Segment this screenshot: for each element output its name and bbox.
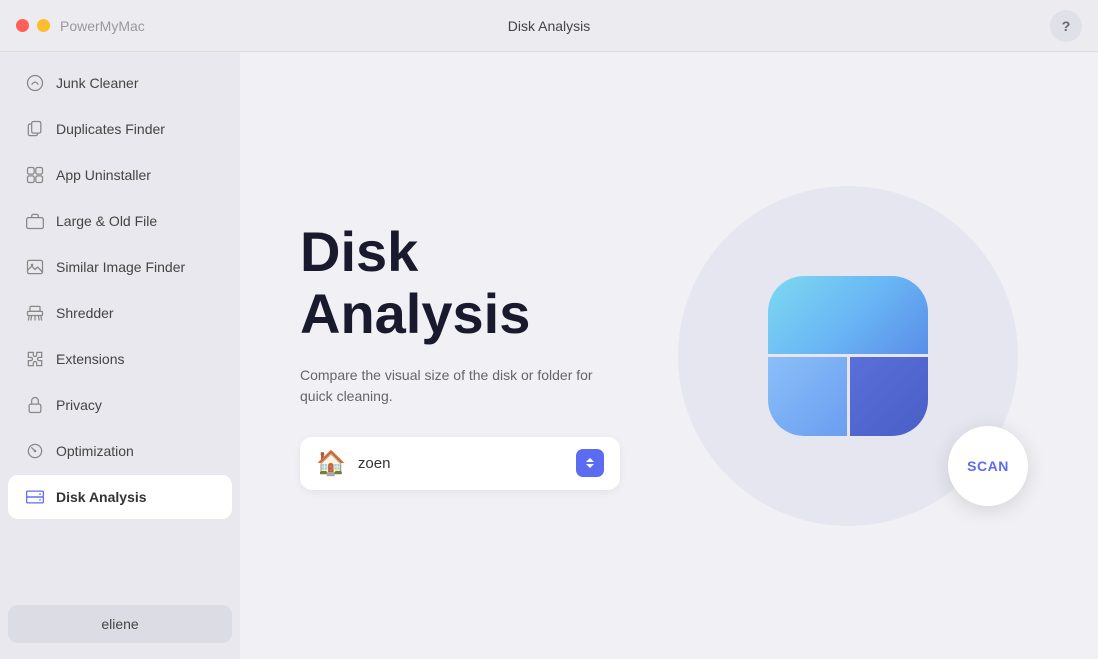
sidebar-item-label: App Uninstaller (56, 167, 151, 183)
page-description: Compare the visual size of the disk or f… (300, 365, 620, 407)
sidebar-item-label: Disk Analysis (56, 489, 147, 505)
sidebar-bottom: eliene (0, 597, 240, 651)
minimize-button[interactable] (37, 19, 50, 32)
sidebar-item-label: Optimization (56, 443, 134, 459)
scan-button[interactable]: SCAN (948, 426, 1028, 506)
title-bar: PowerMyMac Disk Analysis ? (0, 0, 1098, 52)
sidebar-item-label: Large & Old File (56, 213, 157, 229)
disk-icon (24, 486, 46, 508)
sidebar-item-extensions[interactable]: Extensions (8, 337, 232, 381)
image-icon (24, 256, 46, 278)
sidebar-item-privacy[interactable]: Privacy (8, 383, 232, 427)
sidebar-item-label: Similar Image Finder (56, 259, 185, 275)
selector-value: zoen (358, 455, 564, 472)
location-selector[interactable]: 🏠 zoen (300, 437, 620, 490)
app-name: PowerMyMac (60, 18, 145, 34)
sidebar-item-shredder[interactable]: Shredder (8, 291, 232, 335)
icon-bottom-left (768, 357, 847, 436)
gauge-icon (24, 440, 46, 462)
sidebar-item-app-uninstaller[interactable]: App Uninstaller (8, 153, 232, 197)
copy-icon (24, 118, 46, 140)
window-title: Disk Analysis (508, 18, 590, 34)
content-left: DiskAnalysis Compare the visual size of … (300, 221, 658, 489)
icon-bottom-right (850, 357, 929, 436)
selector-arrows-button[interactable] (576, 449, 604, 477)
close-button[interactable] (16, 19, 29, 32)
sidebar-item-similar-image-finder[interactable]: Similar Image Finder (8, 245, 232, 289)
sidebar-item-disk-analysis[interactable]: Disk Analysis (8, 475, 232, 519)
sidebar-item-junk-cleaner[interactable]: Junk Cleaner (8, 61, 232, 105)
content-right: SCAN (658, 166, 1038, 546)
puzzle-icon (24, 348, 46, 370)
main-layout: Junk Cleaner Duplicates Finder App U (0, 52, 1098, 659)
sidebar-item-optimization[interactable]: Optimization (8, 429, 232, 473)
content-area: DiskAnalysis Compare the visual size of … (240, 52, 1098, 659)
user-button[interactable]: eliene (8, 605, 232, 643)
traffic-lights (16, 19, 50, 32)
broom-icon (24, 72, 46, 94)
disk-analysis-icon (768, 276, 928, 436)
sidebar-item-label: Duplicates Finder (56, 121, 165, 137)
app-icon (24, 164, 46, 186)
sidebar-item-label: Shredder (56, 305, 114, 321)
icon-top (768, 276, 928, 355)
briefcase-icon (24, 210, 46, 232)
sidebar-item-label: Extensions (56, 351, 124, 367)
sidebar-item-large-old-file[interactable]: Large & Old File (8, 199, 232, 243)
sidebar-item-label: Privacy (56, 397, 102, 413)
sidebar-item-label: Junk Cleaner (56, 75, 139, 91)
help-button[interactable]: ? (1050, 10, 1082, 42)
shredder-icon (24, 302, 46, 324)
sidebar-item-duplicates-finder[interactable]: Duplicates Finder (8, 107, 232, 151)
lock-icon (24, 394, 46, 416)
home-icon: 🏠 (316, 449, 346, 478)
sidebar: Junk Cleaner Duplicates Finder App U (0, 52, 240, 659)
page-title: DiskAnalysis (300, 221, 658, 344)
